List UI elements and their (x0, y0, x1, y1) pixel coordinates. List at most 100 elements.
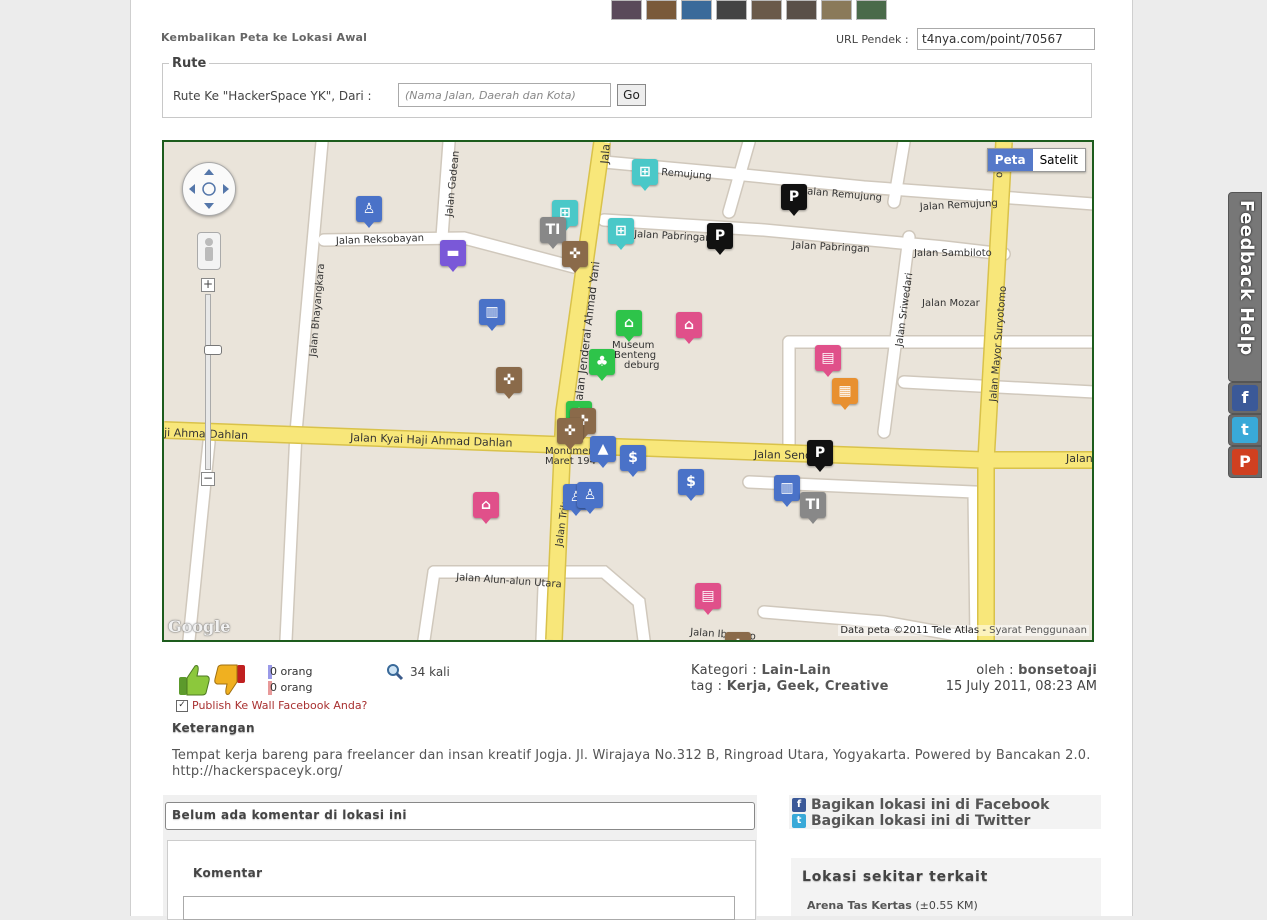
comment-label: Komentar (193, 866, 263, 880)
map-type-peta-button[interactable]: Peta (987, 149, 1033, 171)
attribution-text: Data peta ©2011 Tele Atlas (840, 625, 980, 636)
google-logo[interactable]: Google (168, 617, 230, 636)
route-label: Rute Ke "HackerSpace YK", Dari : (173, 89, 372, 103)
author-link[interactable]: bonsetoaji (1018, 663, 1097, 678)
side-facebook-tab[interactable]: f (1228, 382, 1262, 414)
category-label: Kategori : (691, 663, 758, 678)
park-marker[interactable]: ♣ (589, 349, 615, 381)
cinema-marker[interactable]: ▤ (815, 345, 841, 377)
museum-marker[interactable]: ⌂ (616, 310, 642, 342)
zoom-slider[interactable] (204, 294, 222, 470)
feedback-help-text: Feedback Help (1236, 200, 1257, 356)
comment-input[interactable] (183, 896, 735, 920)
office-marker[interactable]: ♙ (577, 482, 603, 514)
bank-marker[interactable]: ▥ (774, 475, 800, 507)
parking-marker[interactable]: P (781, 184, 807, 216)
share-twitter-link[interactable]: t Bagikan lokasi ini di Twitter (792, 813, 1030, 829)
shop-marker[interactable]: ⊞ (608, 218, 634, 250)
crossroads-icon: ✜ (725, 632, 751, 640)
post-date: 15 July 2011, 08:23 AM (945, 679, 1097, 694)
street-view-pegman-icon[interactable] (197, 232, 221, 270)
crossroads-marker[interactable]: ✜ (557, 418, 583, 450)
short-url-field[interactable] (917, 28, 1095, 50)
crossroads-icon: ✜ (564, 423, 576, 439)
ti-icon: TI (805, 497, 821, 513)
map-canvas: Jalan Gadean Jalan Reksobayan Jalan Bhay… (164, 142, 1092, 640)
tag-links[interactable]: Kerja, Geek, Creative (727, 679, 889, 694)
pan-arrows-icon (189, 169, 229, 209)
route-origin-input[interactable] (398, 83, 611, 107)
bank-icon: ▥ (780, 480, 794, 496)
zoom-out-button[interactable]: − (201, 472, 215, 486)
thumbs-down-icon[interactable] (213, 663, 247, 697)
twitter-icon: t (792, 814, 806, 828)
author-line: oleh : bonsetoaji (976, 663, 1097, 678)
nearby-item-name[interactable]: Arena Tas Kertas (807, 899, 912, 912)
cart-icon: ⊞ (639, 164, 651, 180)
map-type-satelit-button[interactable]: Satelit (1032, 149, 1085, 171)
tag-label: tag : (691, 679, 723, 694)
side-twitter-tab[interactable]: t (1228, 414, 1262, 446)
avatar[interactable] (716, 0, 747, 20)
avatar[interactable] (786, 0, 817, 20)
bed-icon: ▬ (446, 245, 460, 261)
landmark-label: deburg (624, 360, 659, 371)
info-marker[interactable]: TI (800, 492, 826, 524)
pan-control[interactable] (182, 162, 236, 216)
monument-icon: ⌂ (683, 317, 695, 333)
road-label: Jalan Mozar (921, 298, 981, 309)
atm-marker[interactable]: $ (620, 445, 646, 477)
avatar[interactable] (611, 0, 642, 20)
school-marker[interactable]: ▦ (832, 378, 858, 410)
movie-icon: ▤ (821, 350, 835, 366)
education-marker[interactable]: ▲ (590, 436, 616, 468)
crossroads-marker[interactable]: ✜ (562, 241, 588, 273)
category-link[interactable]: Lain-Lain (761, 663, 831, 678)
crossroads-marker[interactable]: ✜ (496, 367, 522, 399)
avatar[interactable] (681, 0, 712, 20)
share-facebook-link[interactable]: f Bagikan lokasi ini di Facebook (792, 797, 1049, 813)
monument-marker[interactable]: ⌂ (473, 492, 499, 524)
reset-map-link[interactable]: Kembalikan Peta ke Lokasi Awal (161, 31, 367, 44)
nearby-title: Lokasi sekitar terkait (802, 869, 989, 885)
monument-icon: ⌂ (480, 497, 492, 513)
graduation-cap-icon: ▲ (597, 441, 609, 457)
publish-label[interactable]: Publish Ke Wall Facebook Anda? (192, 699, 367, 712)
crossroads-marker[interactable]: ✜ (725, 632, 751, 640)
parking-marker[interactable]: P (707, 223, 733, 255)
view-count-text: 34 kali (410, 665, 450, 679)
cinema-marker[interactable]: ▤ (695, 583, 721, 615)
avatar[interactable] (646, 0, 677, 20)
zoom-in-button[interactable]: + (201, 278, 215, 292)
share-facebook-label[interactable]: Bagikan lokasi ini di Facebook (811, 797, 1049, 813)
office-marker[interactable]: ♙ (356, 196, 382, 228)
board-icon: ▦ (838, 383, 852, 399)
shop-marker[interactable]: ⊞ (632, 159, 658, 191)
parking-marker[interactable]: P (807, 440, 833, 472)
share-twitter-label[interactable]: Bagikan lokasi ini di Twitter (811, 813, 1030, 829)
go-button[interactable]: Go (617, 84, 646, 106)
hotel-marker[interactable]: ▬ (440, 240, 466, 272)
dollar-icon: $ (686, 474, 696, 490)
bank-marker[interactable]: ▥ (479, 299, 505, 331)
avatar[interactable] (856, 0, 887, 20)
nearby-item-distance: (±0.55 KM) (915, 899, 978, 912)
zoom-control: + − (201, 278, 222, 488)
publish-checkbox[interactable]: ✓ (176, 699, 188, 712)
avatar[interactable] (821, 0, 852, 20)
list-item[interactable]: Arena Tas Kertas (±0.55 KM) (807, 899, 978, 912)
info-marker[interactable]: TI (540, 217, 566, 249)
avatar[interactable] (751, 0, 782, 20)
feedback-help-label[interactable]: Feedback Help (1229, 200, 1261, 380)
zoom-slider-handle[interactable] (204, 345, 222, 355)
monument-marker[interactable]: ⌂ (676, 312, 702, 344)
facebook-icon: f (1232, 385, 1258, 411)
publish-facebook-option[interactable]: ✓ Publish Ke Wall Facebook Anda? (176, 699, 367, 712)
atm-marker[interactable]: $ (678, 469, 704, 501)
twitter-icon: t (1232, 417, 1258, 443)
map-view[interactable]: Jalan Gadean Jalan Reksobayan Jalan Bhay… (162, 140, 1094, 642)
terms-link[interactable]: Syarat Penggunaan (989, 625, 1087, 636)
parking-icon: P (814, 445, 826, 461)
thumbs-up-icon[interactable] (177, 663, 211, 697)
side-plurk-tab[interactable]: P (1228, 446, 1262, 478)
